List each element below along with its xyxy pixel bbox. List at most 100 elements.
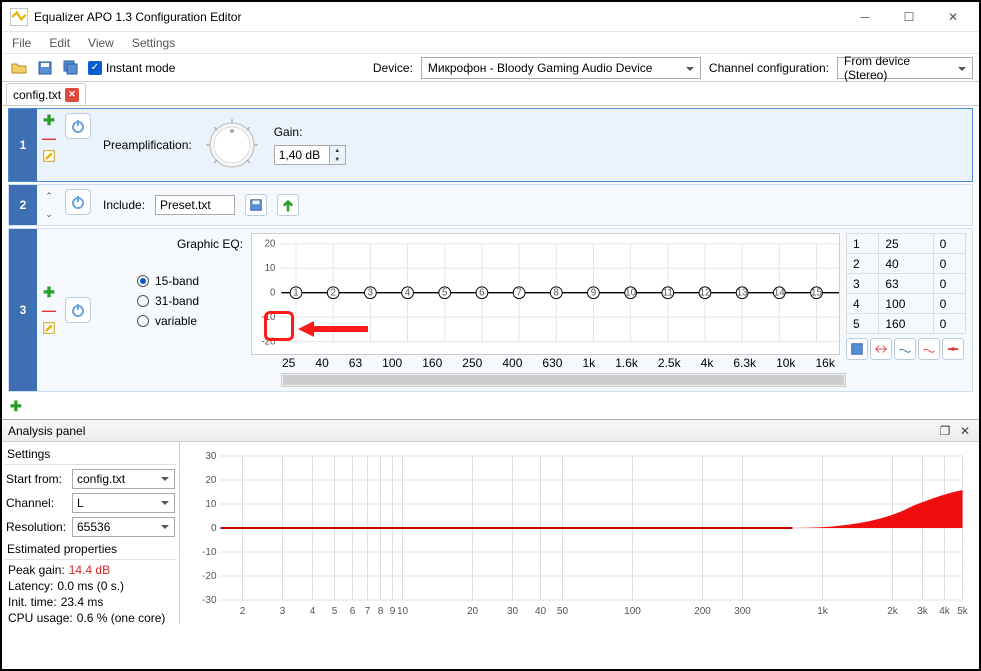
settings-header: Settings [4,444,177,465]
preamp-label: Preamplification: [103,138,192,152]
tab-config[interactable]: config.txt ✕ [6,83,86,105]
radio-icon [137,315,149,327]
power-button[interactable] [65,297,91,323]
svg-text:2k: 2k [887,606,899,617]
svg-text:3k: 3k [917,606,929,617]
add-block-button[interactable]: ✚ [10,398,22,414]
table-row[interactable]: 51600 [847,314,966,334]
include-file-input[interactable] [155,195,235,215]
block-number: 2 [9,185,37,225]
block-number: 1 [9,109,37,181]
eq-save-icon[interactable] [846,338,868,360]
add-icon[interactable]: ✚ [40,113,58,127]
device-label: Device: [373,61,413,75]
edit-icon[interactable] [40,321,58,335]
save-all-icon[interactable] [60,57,82,79]
svg-text:20: 20 [205,475,217,486]
svg-text:-20: -20 [202,571,217,582]
tab-bar: config.txt ✕ [2,82,979,106]
expand-up-icon[interactable]: ⌃ [40,189,58,203]
close-button[interactable]: ✕ [931,3,975,31]
svg-text:0: 0 [270,288,276,299]
gain-input[interactable] [274,145,330,165]
band-31-radio[interactable]: 31-band [101,291,251,311]
gain-spinbox[interactable]: ▲▼ [274,145,346,165]
svg-text:-30: -30 [202,595,217,606]
app-icon [10,8,28,26]
band-variable-radio[interactable]: variable [101,311,251,331]
open-icon[interactable] [8,57,30,79]
menu-view[interactable]: View [80,34,122,52]
eq-normalize-icon[interactable] [870,338,892,360]
svg-text:1k: 1k [817,606,829,617]
svg-text:5: 5 [332,606,338,617]
edit-icon[interactable] [40,149,58,163]
power-button[interactable] [65,189,91,215]
eq-reset-icon[interactable] [918,338,940,360]
svg-text:200: 200 [694,606,711,617]
power-button[interactable] [65,113,91,139]
svg-text:7: 7 [365,606,371,617]
svg-text:4: 4 [405,288,411,299]
analysis-panel: Analysis panel ❐ ✕ Settings Start from:c… [2,419,979,624]
menu-edit[interactable]: Edit [41,34,78,52]
menu-file[interactable]: File [4,34,39,52]
analysis-graph[interactable]: 3020100-10-20-30 23456789102030405010020… [180,442,979,624]
start-from-combo[interactable]: config.txt [72,469,175,489]
panel-close-icon[interactable]: ✕ [957,423,973,439]
svg-text:9: 9 [390,606,396,617]
tab-close-icon[interactable]: ✕ [65,88,79,102]
remove-icon[interactable]: — [40,303,58,317]
svg-text:14: 14 [774,288,785,299]
maximize-button[interactable]: ☐ [887,3,931,31]
device-combo[interactable]: Микрофон - Bloody Gaming Audio Device [421,57,701,79]
graphic-eq-label: Graphic EQ: [101,237,251,251]
svg-text:50: 50 [557,606,569,617]
block-graphic-eq: 3 ✚ — Graphic EQ: 15-band 31-band variab… [8,228,973,392]
toolbar: ✓ Instant mode Device: Микрофон - Bloody… [2,54,979,82]
save-icon[interactable] [34,57,56,79]
table-row[interactable]: 2400 [847,254,966,274]
panel-detach-icon[interactable]: ❐ [937,423,953,439]
spin-down-icon[interactable]: ▼ [330,155,345,164]
titlebar: Equalizer APO 1.3 Configuration Editor ─… [2,2,979,32]
svg-text:3: 3 [368,288,373,299]
instant-mode-label: Instant mode [106,61,175,75]
band-15-radio[interactable]: 15-band [101,271,251,291]
svg-text:5: 5 [442,288,448,299]
svg-text:-10: -10 [202,547,217,558]
svg-text:30: 30 [507,606,519,617]
eq-invert-icon[interactable] [894,338,916,360]
svg-text:2: 2 [240,606,246,617]
resolution-combo[interactable]: 65536 [72,517,175,537]
peak-gain-value: 14.4 dB [69,563,110,577]
menubar: File Edit View Settings [2,32,979,54]
spin-up-icon[interactable]: ▲ [330,146,345,155]
include-label: Include: [103,198,145,212]
svg-text:12: 12 [700,288,711,299]
load-preset-button[interactable] [277,194,299,216]
table-row[interactable]: 1250 [847,234,966,254]
svg-text:300: 300 [734,606,751,617]
instant-mode-checkbox[interactable]: ✓ Instant mode [88,61,175,75]
gain-knob[interactable] [202,115,262,175]
channel-config-combo[interactable]: From device (Stereo) [837,57,973,79]
svg-text:10: 10 [625,288,636,299]
svg-text:3: 3 [280,606,286,617]
svg-text:20: 20 [265,239,276,250]
remove-icon[interactable]: — [40,131,58,145]
svg-text:40: 40 [535,606,547,617]
menu-settings[interactable]: Settings [124,34,183,52]
table-row[interactable]: 3630 [847,274,966,294]
svg-text:20: 20 [467,606,479,617]
add-icon[interactable]: ✚ [40,285,58,299]
eq-flat-icon[interactable] [942,338,964,360]
analysis-title: Analysis panel [8,424,85,438]
table-row[interactable]: 41000 [847,294,966,314]
channel-combo[interactable]: L [72,493,175,513]
expand-down-icon[interactable]: ⌄ [40,207,58,221]
eq-scrollbar[interactable] [281,373,846,387]
minimize-button[interactable]: ─ [843,3,887,31]
browse-file-button[interactable] [245,194,267,216]
svg-text:30: 30 [205,451,217,462]
